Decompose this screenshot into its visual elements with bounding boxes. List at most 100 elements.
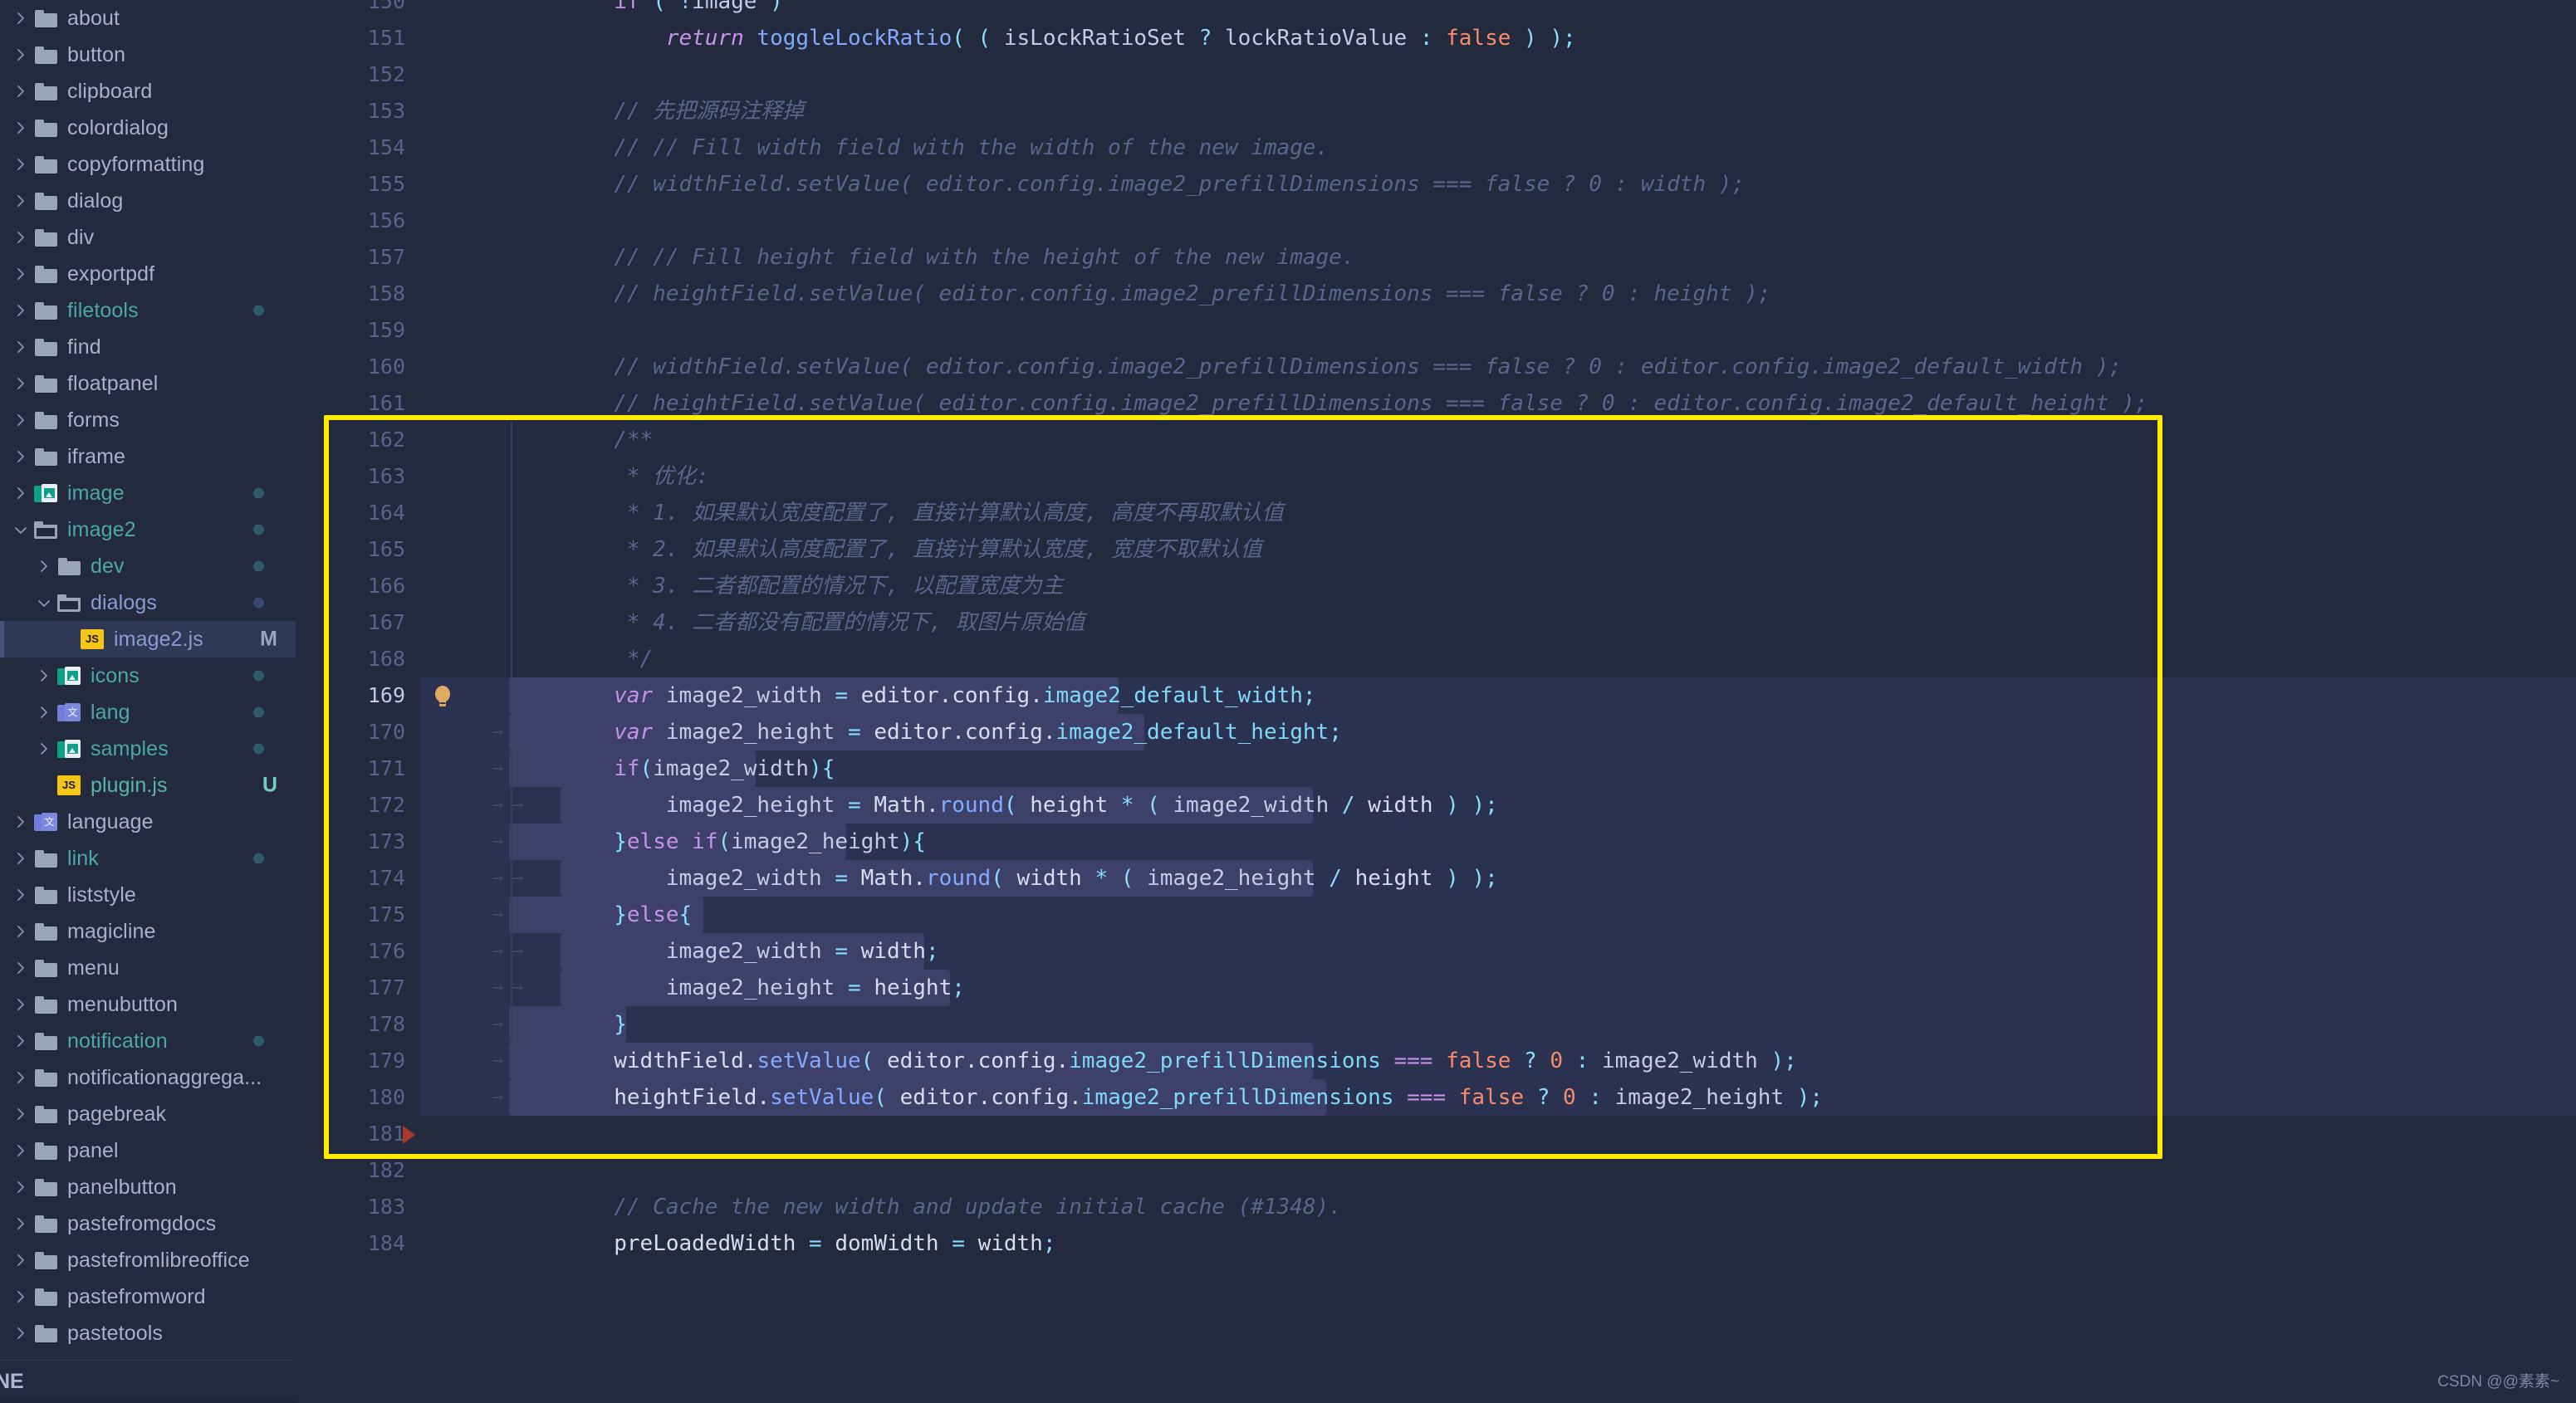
code-line[interactable]: * 优化:: [510, 458, 709, 495]
line-number[interactable]: 171: [306, 750, 405, 787]
chevron-right-icon[interactable]: [10, 1288, 32, 1305]
chevron-right-icon[interactable]: [10, 193, 32, 209]
line-number[interactable]: 168: [306, 641, 405, 677]
code-line[interactable]: * 2. 如果默认高度配置了, 直接计算默认宽度, 宽度不取默认值: [510, 531, 1262, 568]
code-line[interactable]: // // Fill width field with the width of…: [510, 130, 1329, 166]
line-number[interactable]: 161: [306, 385, 405, 422]
line-number[interactable]: 183: [306, 1189, 405, 1225]
line-number[interactable]: 184: [306, 1225, 405, 1262]
fold-arrow-icon[interactable]: →: [492, 824, 503, 860]
chevron-right-icon[interactable]: [10, 83, 32, 100]
code-line[interactable]: }: [510, 1006, 627, 1043]
chevron-right-icon[interactable]: [10, 339, 32, 355]
line-number[interactable]: 180: [306, 1079, 405, 1116]
chevron-right-icon[interactable]: [10, 1215, 32, 1232]
tree-item-pastefromgdocs[interactable]: pastefromgdocs: [0, 1205, 296, 1242]
fold-arrow-icon[interactable]: →: [492, 933, 503, 970]
line-number[interactable]: 152: [306, 56, 405, 93]
line-number[interactable]: 179: [306, 1043, 405, 1079]
chevron-right-icon[interactable]: [10, 850, 32, 867]
line-number[interactable]: 156: [306, 203, 405, 239]
code-line[interactable]: image2_height = height;: [510, 970, 965, 1006]
chevron-right-icon[interactable]: [10, 229, 32, 246]
line-number[interactable]: 175: [306, 897, 405, 933]
code-line[interactable]: // 先把源码注释掉: [510, 93, 804, 130]
chevron-right-icon[interactable]: [10, 10, 32, 27]
tree-item-forms[interactable]: forms: [0, 402, 296, 438]
chevron-right-icon[interactable]: [10, 1033, 32, 1049]
tree-item-pastetools[interactable]: pastetools: [0, 1315, 296, 1352]
chevron-right-icon[interactable]: [10, 1252, 32, 1269]
line-number[interactable]: 165: [306, 531, 405, 568]
tree-item-liststyle[interactable]: liststyle: [0, 877, 296, 913]
chevron-right-icon[interactable]: [10, 485, 32, 501]
chevron-right-icon[interactable]: [10, 996, 32, 1013]
chevron-right-icon[interactable]: [33, 667, 55, 684]
code-line[interactable]: preLoadedWidth = domWidth = width;: [510, 1225, 1055, 1262]
chevron-right-icon[interactable]: [10, 814, 32, 830]
tree-item-floatpanel[interactable]: floatpanel: [0, 365, 296, 402]
line-number[interactable]: 167: [306, 604, 405, 641]
tree-item-lang[interactable]: 文 lang: [0, 694, 296, 731]
tree-item-div[interactable]: div: [0, 219, 296, 256]
line-number[interactable]: 158: [306, 276, 405, 312]
chevron-right-icon[interactable]: [10, 960, 32, 976]
code-line[interactable]: image2_width = width;: [510, 933, 939, 970]
line-number[interactable]: 162: [306, 422, 405, 458]
chevron-right-icon[interactable]: [10, 302, 32, 319]
tree-item-filetools[interactable]: filetools: [0, 292, 296, 329]
code-line[interactable]: }else{: [510, 897, 692, 933]
tree-item-iframe[interactable]: iframe: [0, 438, 296, 475]
chevron-right-icon[interactable]: [10, 923, 32, 940]
code-line[interactable]: // Cache the new width and update initia…: [510, 1189, 1342, 1225]
tree-item-menubutton[interactable]: menubutton: [0, 986, 296, 1023]
tree-item-pagebreak[interactable]: pagebreak: [0, 1096, 296, 1132]
code-content[interactable]: if ( !image ) return toggleLockRatio( ( …: [508, 0, 2576, 1403]
tree-item-clipboard[interactable]: clipboard: [0, 73, 296, 110]
fold-arrow-icon[interactable]: →: [492, 1006, 503, 1043]
code-line[interactable]: // widthField.setValue( editor.config.im…: [510, 166, 1745, 203]
file-tree[interactable]: about button clipboard colordialog copyforma…: [0, 0, 296, 1352]
tree-item-menu[interactable]: menu: [0, 950, 296, 986]
intention-bulb-icon[interactable]: [432, 684, 453, 713]
code-line[interactable]: if ( !image ): [510, 0, 783, 20]
code-line[interactable]: [510, 56, 523, 93]
chevron-down-icon[interactable]: [33, 598, 55, 609]
tree-item-colordialog[interactable]: colordialog: [0, 110, 296, 146]
code-line[interactable]: // widthField.setValue( editor.config.im…: [510, 349, 2122, 385]
tree-item-samples[interactable]: samples: [0, 731, 296, 767]
tree-item-button[interactable]: button: [0, 37, 296, 73]
code-line[interactable]: * 1. 如果默认宽度配置了, 直接计算默认高度, 高度不再取默认值: [510, 495, 1284, 531]
chevron-down-icon[interactable]: [10, 525, 32, 535]
chevron-right-icon[interactable]: [10, 120, 32, 136]
code-line[interactable]: /**: [510, 422, 653, 458]
tree-item-exportpdf[interactable]: exportpdf: [0, 256, 296, 292]
line-number[interactable]: 160: [306, 349, 405, 385]
line-number[interactable]: 170: [306, 714, 405, 750]
line-number[interactable]: 154: [306, 130, 405, 166]
chevron-right-icon[interactable]: [33, 741, 55, 757]
chevron-right-icon[interactable]: [10, 266, 32, 282]
code-line[interactable]: // heightField.setValue( editor.config.i…: [510, 385, 2147, 422]
line-number[interactable]: 173: [306, 824, 405, 860]
chevron-right-icon[interactable]: [10, 1106, 32, 1122]
code-line[interactable]: * 3. 二者都配置的情况下, 以配置宽度为主: [510, 568, 1064, 604]
line-number[interactable]: 181: [306, 1116, 405, 1152]
line-number[interactable]: 159: [306, 312, 405, 349]
fold-arrow-icon[interactable]: →: [492, 714, 503, 750]
code-line[interactable]: var image2_height = editor.config.image2…: [510, 714, 1342, 750]
line-number-gutter[interactable]: 150 151 152 153 154 155 156 157 158 159 160 161 162 1…: [296, 0, 420, 1403]
tree-item-image[interactable]: image: [0, 475, 296, 511]
line-number[interactable]: 155: [306, 166, 405, 203]
code-line[interactable]: [510, 1116, 523, 1152]
chevron-right-icon[interactable]: [10, 887, 32, 903]
tree-item-panel[interactable]: panel: [0, 1132, 296, 1169]
chevron-right-icon[interactable]: [10, 1069, 32, 1086]
tree-item-copyformatting[interactable]: copyformatting: [0, 146, 296, 183]
line-number[interactable]: 157: [306, 239, 405, 276]
tree-item-icons[interactable]: icons: [0, 658, 296, 694]
code-line[interactable]: if(image2_width){: [510, 750, 835, 787]
line-number[interactable]: 178: [306, 1006, 405, 1043]
tree-item-about[interactable]: about: [0, 0, 296, 37]
fold-arrow-icon[interactable]: →: [492, 970, 503, 1006]
